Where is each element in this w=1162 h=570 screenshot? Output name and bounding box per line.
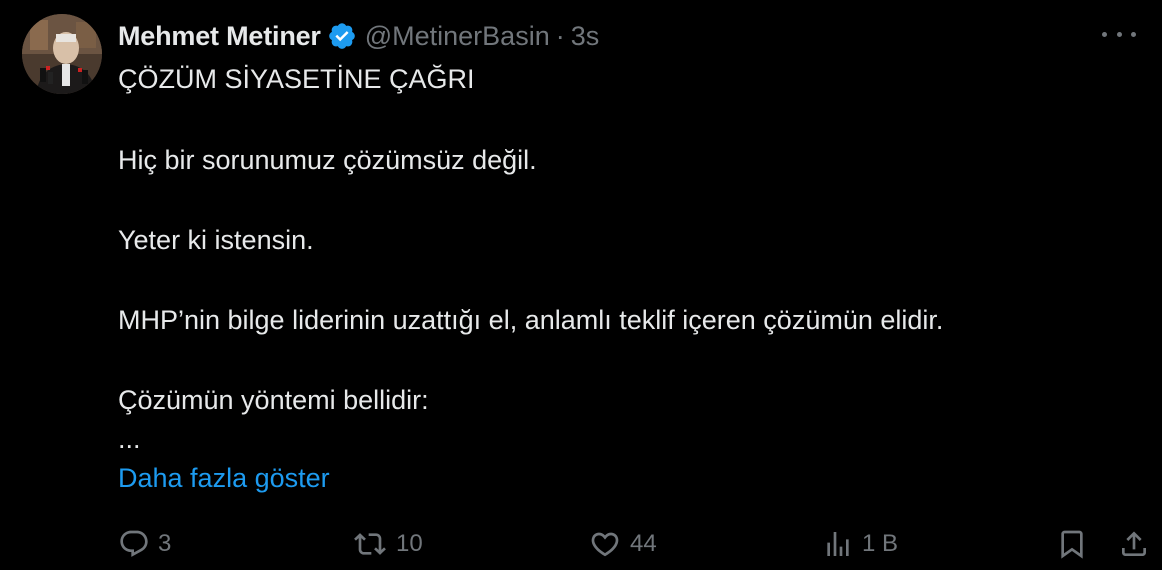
tweet-text-line: Yeter ki istensin. (118, 225, 314, 255)
tweet-text-line: MHP’nin bilge liderinin uzattığı el, anl… (118, 305, 944, 335)
timestamp[interactable]: 3s (571, 21, 600, 52)
reply-icon (120, 530, 148, 557)
like-button[interactable]: 44 (588, 522, 657, 566)
tweet-text-line: ÇÖZÜM SİYASETİNE ÇAĞRI (118, 64, 475, 94)
more-dot (1116, 31, 1122, 37)
tweet: Mehmet Metiner @MetinerBasin · 3s ÇÖZÜM … (0, 0, 1162, 570)
author-name[interactable]: Mehmet Metiner (118, 21, 321, 52)
author-handle[interactable]: @MetinerBasin (365, 21, 550, 52)
views-count: 1 B (862, 530, 899, 557)
bookmark-icon (1061, 530, 1083, 559)
action-bar: 3 10 44 1 B (0, 522, 1162, 566)
heart-icon (591, 532, 619, 557)
tweet-header: Mehmet Metiner @MetinerBasin · 3s (118, 16, 599, 56)
tweet-text-line: ... (118, 424, 141, 454)
retweet-button[interactable]: 10 (352, 522, 423, 566)
more-icon[interactable] (1102, 24, 1136, 44)
more-dot (1131, 31, 1136, 37)
verified-badge-icon (327, 21, 357, 51)
reply-count: 3 (158, 530, 172, 557)
retweet-count: 10 (396, 530, 423, 557)
tweet-text-line: Hiç bir sorunumuz çözümsüz değil. (118, 145, 537, 175)
bookmark-button[interactable] (1056, 522, 1088, 566)
reply-button[interactable]: 3 (118, 522, 171, 566)
separator-dot: · (555, 20, 565, 51)
like-count: 44 (630, 530, 657, 557)
views-icon (827, 532, 849, 556)
tweet-text-line: Çözümün yöntemi bellidir: (118, 385, 429, 415)
retweet-icon (354, 533, 386, 555)
avatar[interactable] (22, 14, 102, 94)
more-dot (1102, 31, 1107, 37)
share-button[interactable] (1118, 522, 1150, 566)
share-icon (1122, 531, 1146, 556)
views-button[interactable]: 1 B (822, 522, 898, 566)
show-more-link[interactable]: Daha fazla göster (118, 461, 330, 495)
avatar-photo (22, 14, 102, 94)
